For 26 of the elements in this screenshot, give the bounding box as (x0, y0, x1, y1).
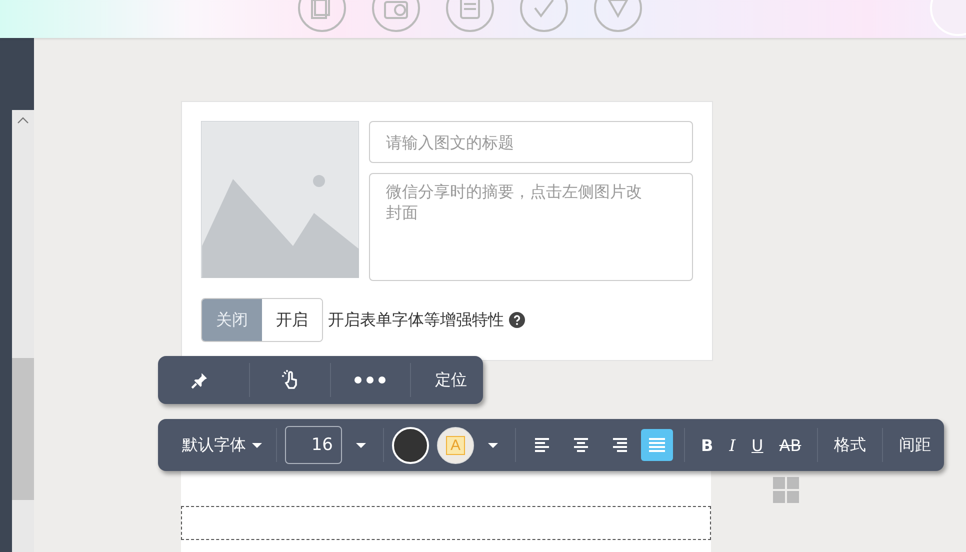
font-dropdown[interactable]: 默认字体 (176, 434, 268, 456)
caret-icon[interactable] (356, 442, 366, 448)
hand-pointer-icon[interactable] (280, 370, 299, 390)
enhance-label: 开启表单字体等增强特性 (328, 310, 504, 330)
title-field[interactable]: 请输入图文的标题 (369, 121, 693, 163)
scroll-up-icon[interactable] (17, 116, 29, 124)
align-right-icon (611, 438, 627, 452)
menu-button[interactable]: 间距 (891, 434, 940, 456)
caret-icon[interactable] (488, 442, 498, 448)
paragraph-block[interactable] (181, 506, 711, 540)
bold-button[interactable]: B (699, 436, 716, 454)
caret-icon[interactable] (252, 442, 262, 448)
menu-button[interactable]: 格式 (826, 434, 874, 456)
help-icon[interactable] (509, 312, 525, 328)
scrollbar-thumb[interactable] (12, 358, 34, 500)
locate-button[interactable]: 定位 (431, 370, 472, 390)
underline-button[interactable]: U (750, 436, 766, 454)
italic-button[interactable]: I (727, 436, 738, 454)
summary-field[interactable]: 微信分享时的摘要，点击左侧图片改封面 (369, 173, 693, 281)
align-center-icon (573, 438, 589, 452)
pin-icon[interactable] (190, 372, 208, 388)
strikethrough-button[interactable]: AB (777, 436, 804, 454)
font-size-field[interactable]: 16 (285, 426, 342, 464)
align-justify-icon (649, 438, 665, 452)
align-left-icon (535, 438, 551, 452)
text-color-button[interactable] (392, 426, 429, 464)
